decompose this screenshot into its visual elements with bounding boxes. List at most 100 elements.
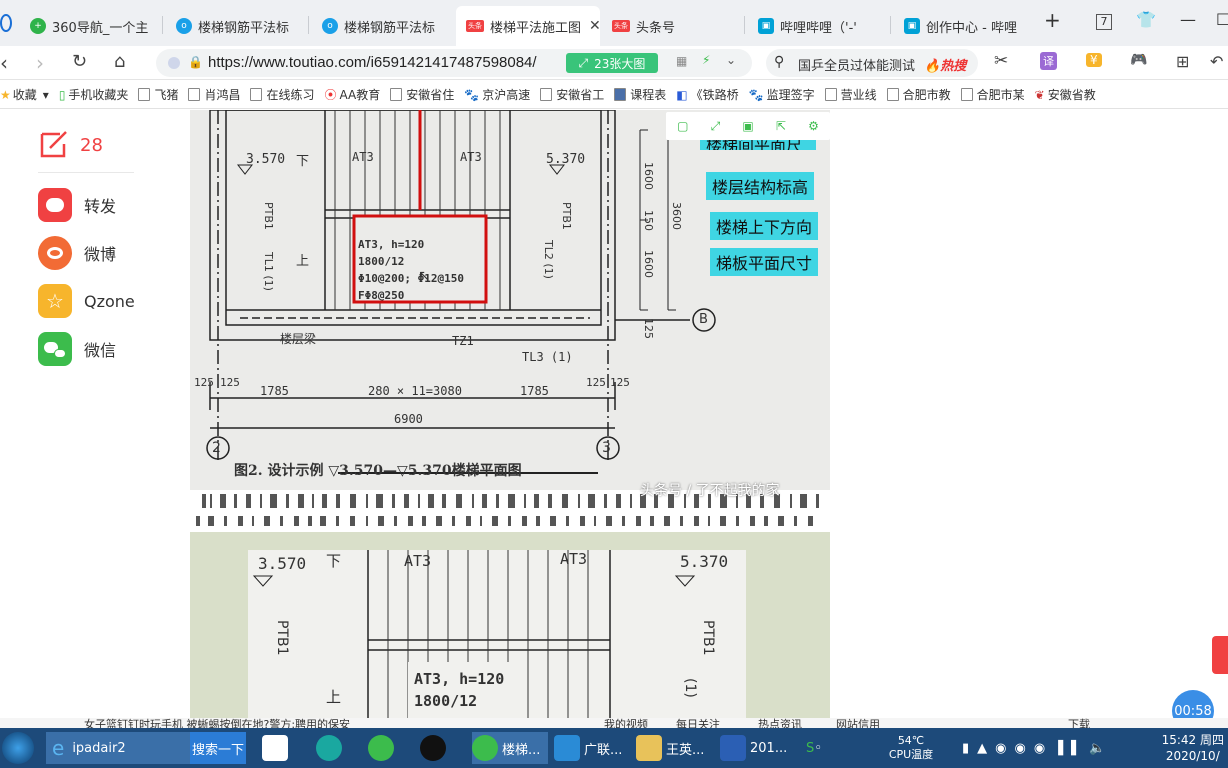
tab-toutiao-hao[interactable]: 头条 头条号 [602,6,744,46]
phone-icon: ▯ [58,87,66,102]
tab-stair-rebar-1[interactable]: o 楼梯钢筋平法标 [166,6,308,46]
url-bar[interactable]: 🔒 https://www.toutiao.com/i6591421417487… [156,49,752,77]
bookmark-item[interactable]: 安徽省工 [540,86,604,103]
bookmark-item[interactable]: 肖鸿昌 [188,86,240,103]
tab-creator-center[interactable]: ▣ 创作中心 - 哔哩 [894,6,1036,46]
maximize-icon[interactable]: ☐ [1216,10,1228,29]
grid-icon[interactable]: ▦ [676,54,687,68]
taskbar-app[interactable] [316,732,346,764]
gear-icon[interactable]: ⚙ [808,119,819,133]
toutiao-icon: 头条 [466,20,484,32]
new-tab-button[interactable]: + [1044,8,1061,32]
bookmark-favorites[interactable]: ★ 收藏 ▾ [0,86,49,103]
url-text[interactable]: https://www.toutiao.com/i659142141748759… [208,54,537,71]
search-box[interactable]: ⚲ 国乒全员过体能测试 🔥热搜 [766,49,978,77]
apps-grid-icon[interactable]: ⊞ [1176,52,1189,71]
bookmark-item[interactable]: 课程表 [614,86,666,103]
tray-app-icon[interactable]: S ◦ [806,732,822,764]
image-count-badge[interactable]: ⤢ 23张大图 [566,53,658,73]
taskbar-folder-window[interactable]: 王英... [636,732,712,764]
start-button[interactable] [2,732,34,764]
share-forward[interactable]: 转发 [38,181,168,229]
shield-icon[interactable]: ¥ [1086,53,1102,67]
axis-label: 2 [212,440,221,456]
save-icon[interactable]: ▣ [742,119,753,133]
minimize-icon[interactable]: — [1180,10,1196,29]
bookmark-item[interactable]: 营业线 [824,86,877,103]
taskbar-word-window[interactable]: 201... [720,732,796,764]
bookmark-item[interactable]: ❦ 安徽省教 [1035,86,1096,103]
site-info-icon[interactable] [168,57,180,69]
tab-count-badge[interactable]: 7 [1096,14,1112,30]
aa-icon: ⦿ [324,88,337,102]
feedback-tab[interactable] [1212,636,1228,674]
tab-stair-drawing-active[interactable]: 头条 楼梯平法施工图 ✕ [456,6,600,46]
bookmark-item[interactable]: 🐾 监理签字 [749,86,815,103]
taskbar-app[interactable] [420,732,450,764]
screen: + 360导航_一个主 o 楼梯钢筋平法标 o 楼梯钢筋平法标 头条 楼梯平法施… [0,0,1228,768]
close-tab-icon[interactable]: ✕ [589,18,600,34]
system-tray[interactable]: ▮▲◉◉◉▐▌🔈 [962,732,1113,764]
translate-icon[interactable]: 译 [1040,52,1057,70]
cpu-temp[interactable]: 54℃ CPU温度 [882,732,940,764]
bookmark-item[interactable]: 在线练习 [250,86,314,103]
lightning-icon[interactable]: ⚡ [702,53,710,67]
search-icon: ⚲ [774,54,785,70]
page-icon [886,88,899,101]
share-icon[interactable]: ⇱ [776,119,786,133]
dim-label: 1785 [520,384,549,398]
comment-button[interactable]: 28 [38,128,168,162]
back-icon[interactable]: ‹ [0,51,8,75]
taskbar-search[interactable]: 搜索一下 [190,732,246,764]
star-icon: ★ [0,87,11,102]
spec-line: 1800/12 [358,255,405,268]
search-query[interactable]: 国乒全员过体能测试 [798,55,915,74]
shirt-icon[interactable]: 👕 [1136,10,1156,29]
tz1-label: TZ1 [452,334,474,348]
bookmark-item[interactable]: 合肥市某 [960,86,1025,103]
home-icon[interactable]: ⌂ [114,51,125,72]
stair-plan-drawing[interactable]: 3.570 5.370 下 AT3 AT3 PTB1 PTB1 TL1 (1) … [190,110,830,490]
callout-floor-elevation: 楼层结构标高 [706,172,815,200]
copy-icon[interactable]: ▢ [677,119,688,133]
ptb1-label-left: PTB1 [274,620,290,656]
total-width-label: 6900 [394,412,423,426]
stair-plan-drawing-zoomed[interactable]: 3.570 5.370 下 AT3 AT3 PTB1 PTB1 上 (1) AT… [190,532,830,718]
clock[interactable]: 15:42 周四 2020/10/ [1162,732,1224,764]
hot-search-label[interactable]: 🔥热搜 [924,55,966,74]
share-weibo[interactable]: 微博 [38,229,168,277]
bookmark-item[interactable]: ⦿ AA教育 [324,86,380,103]
taskbar-label: ipadair2 [72,740,126,756]
taskbar-app[interactable] [262,732,292,764]
taskbar-browser-window[interactable]: 楼梯... [472,732,548,764]
bookmark-item[interactable]: ▯ 手机收藏夹 [59,86,129,103]
tab-bilibili[interactable]: ▣ 哔哩哔哩（'-' [748,6,890,46]
comment-count: 28 [80,134,103,156]
share-qzone[interactable]: ☆ Qzone [38,277,168,325]
bookmark-item[interactable]: 🐾 京沪高速 [464,86,530,103]
taskbar-app[interactable] [368,732,398,764]
tab-360-nav[interactable]: + 360导航_一个主 [20,6,162,46]
bookmark-item[interactable]: 合肥市教 [886,86,951,103]
share-wechat[interactable]: 微信 [38,325,168,373]
undo-icon[interactable]: ↶ [1210,52,1223,71]
taskbar-glodon-window[interactable]: 广联... [554,732,630,764]
browser-tab-bar: + 360导航_一个主 o 楼梯钢筋平法标 o 楼梯钢筋平法标 头条 楼梯平法施… [0,0,1228,46]
bookmark-item[interactable]: ◧ 《铁路桥 [676,86,738,103]
forward-icon[interactable]: › [36,51,44,75]
toutiao-icon: 头条 [612,20,630,32]
chevron-down-icon[interactable]: ⌄ [726,53,736,67]
taskbar-ie-window[interactable]: e ipadair2 [46,732,190,764]
fullscreen-icon[interactable]: ⤢ [711,119,721,134]
divider [38,172,134,173]
tab-title: 360导航_一个主 [52,20,149,36]
game-icon[interactable]: 🎮 [1130,52,1147,68]
scissors-icon[interactable]: ✂ [994,51,1008,71]
forward-icon [38,188,72,222]
tab-stair-rebar-2[interactable]: o 楼梯钢筋平法标 [312,6,454,46]
bookmark-item[interactable]: 安徽省住 [390,86,454,103]
bookmark-item[interactable]: 飞猪 [138,86,178,103]
tab-title: 楼梯钢筋平法标 [344,20,436,36]
refresh-icon[interactable]: ↻ [72,51,87,72]
tab-title: 哔哩哔哩（'-' [780,20,857,36]
